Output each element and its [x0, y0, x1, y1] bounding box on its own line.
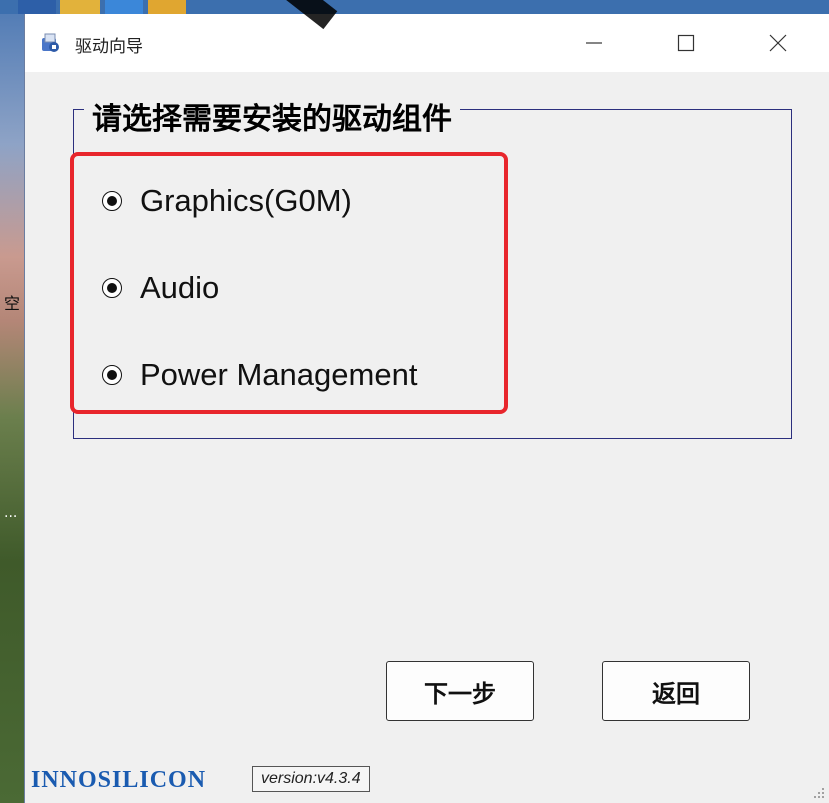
- red-highlight-annotation: [70, 152, 508, 414]
- taskbar-tile: [60, 0, 100, 14]
- title-bar[interactable]: 驱动向导: [25, 14, 829, 72]
- taskbar-tile: [105, 0, 143, 14]
- desktop-top-strip: [0, 0, 829, 14]
- resize-grip-icon[interactable]: [811, 785, 825, 799]
- desktop-label-fragment: 空: [4, 294, 21, 313]
- minimize-icon: [586, 42, 602, 44]
- maximize-button[interactable]: [655, 14, 717, 72]
- footer: INNOSILICON version:v4.3.4: [25, 765, 829, 803]
- close-button[interactable]: [747, 14, 809, 72]
- minimize-button[interactable]: [563, 14, 625, 72]
- desktop-label-fragment: ...: [4, 505, 18, 521]
- close-icon: [769, 34, 787, 52]
- taskbar-tile: [148, 0, 186, 14]
- brand-logo-text: INNOSILICON: [31, 767, 207, 793]
- setup-wizard-icon: [39, 32, 61, 54]
- driver-wizard-window: 驱动向导 请选择需要安装的驱动组件 Graphics(G0M) Audio Po…: [24, 14, 829, 803]
- version-label: version:v4.3.4: [252, 766, 370, 792]
- back-button[interactable]: 返回: [602, 661, 750, 721]
- group-title: 请选择需要安装的驱动组件: [84, 100, 460, 140]
- maximize-icon: [677, 34, 695, 52]
- next-button[interactable]: 下一步: [386, 661, 534, 721]
- window-title: 驱动向导: [75, 37, 143, 57]
- taskbar-tile: [18, 0, 56, 14]
